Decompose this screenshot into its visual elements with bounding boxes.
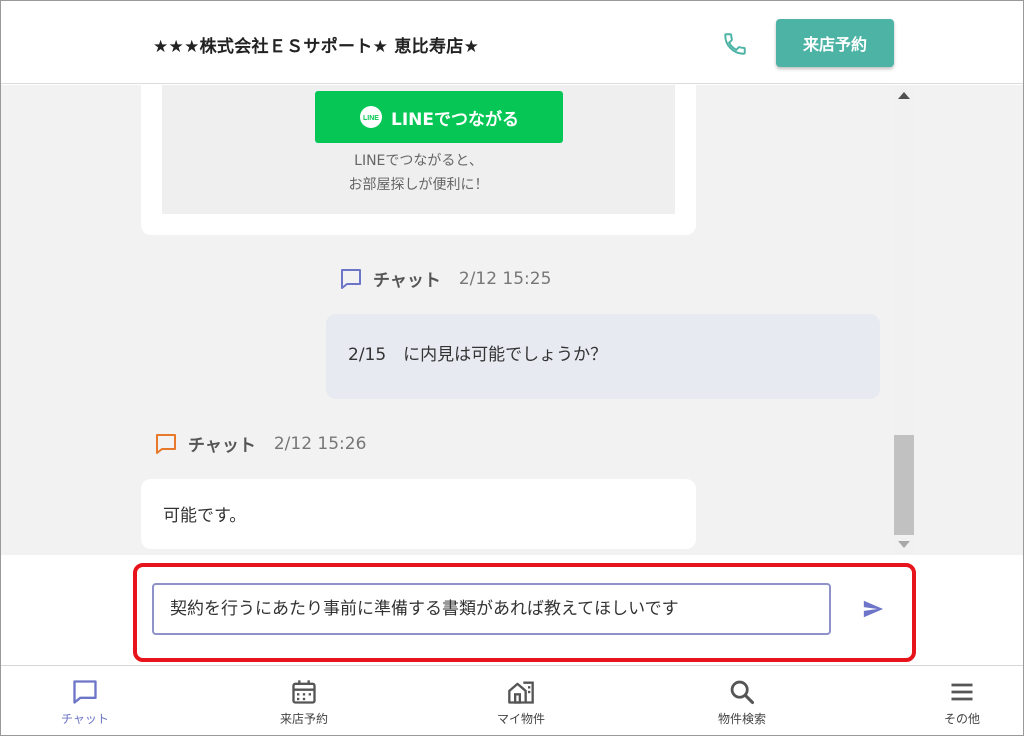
- nav-label: 物件検索: [717, 712, 766, 726]
- reserve-visit-button[interactable]: 来店予約: [776, 19, 894, 67]
- svg-text:LINE: LINE: [363, 115, 379, 122]
- nav-item-property-search[interactable]: 物件検索: [682, 666, 802, 735]
- chat-area: LINE LINEでつながる LINEでつながると、 お部屋探しが便利に！ チャ…: [1, 85, 1023, 555]
- chat-scrollbar[interactable]: [894, 85, 914, 555]
- line-description-line1: LINEでつながると、: [354, 153, 483, 169]
- line-description: LINEでつながると、 お部屋探しが便利に！: [162, 149, 675, 197]
- search-icon: [730, 680, 755, 705]
- line-description-line2: お部屋探しが便利に！: [348, 177, 489, 193]
- house-icon: [508, 681, 534, 704]
- message-input[interactable]: 契約を行うにあたり事前に準備する書類があれば教えてほしいです: [152, 583, 831, 635]
- nav-item-chat[interactable]: チャット: [25, 666, 145, 735]
- message-time: 2/12 15:25: [458, 268, 552, 289]
- line-connect-label: LINEでつながる: [391, 109, 519, 130]
- nav-label: 来店予約: [279, 712, 328, 726]
- message-header: チャット 2/12 15:26: [154, 431, 366, 456]
- nav-item-other[interactable]: その他: [902, 666, 1022, 735]
- menu-icon: [951, 683, 973, 701]
- calendar-icon: [292, 680, 316, 704]
- message-bubble-user: 2/15 に内見は可能でしょうか？: [326, 314, 880, 399]
- line-card-inner: LINE LINEでつながる LINEでつながると、 お部屋探しが便利に！: [162, 85, 675, 214]
- phone-button[interactable]: [719, 28, 751, 60]
- bottom-nav: チャット 来店予約 マイ物件 物件検索 その他: [1, 665, 1023, 735]
- line-icon: LINE: [360, 106, 382, 128]
- line-connect-button[interactable]: LINE LINEでつながる: [315, 91, 563, 143]
- nav-item-reserve[interactable]: 来店予約: [244, 666, 364, 735]
- message-sender: チャット: [188, 436, 256, 456]
- nav-label: マイ物件: [496, 712, 545, 726]
- message-bubble-store: 可能です。: [141, 479, 696, 549]
- header: ★★★株式会社ＥＳサポート★ 恵比寿店★ 来店予約: [1, 1, 1023, 84]
- scroll-thumb[interactable]: [894, 435, 914, 535]
- line-card: LINE LINEでつながる LINEでつながると、 お部屋探しが便利に！: [141, 85, 696, 235]
- scroll-up-arrow[interactable]: [898, 92, 910, 99]
- send-icon: [863, 600, 884, 618]
- phone-icon: [724, 33, 746, 55]
- app-frame: ★★★株式会社ＥＳサポート★ 恵比寿店★ 来店予約 LINE LINEでつながる…: [0, 0, 1024, 736]
- message-sender: チャット: [373, 271, 441, 291]
- nav-item-my-properties[interactable]: マイ物件: [461, 666, 581, 735]
- chat-bubble-icon: [341, 268, 361, 289]
- chat-bubble-icon: [156, 433, 176, 454]
- message-time: 2/12 15:26: [273, 433, 367, 454]
- chat-icon: [73, 680, 97, 704]
- scroll-down-arrow[interactable]: [898, 541, 910, 548]
- message-input-area: 契約を行うにあたり事前に準備する書類があれば教えてほしいです: [1, 555, 1023, 665]
- nav-label: その他: [943, 712, 980, 726]
- nav-label: チャット: [61, 712, 109, 726]
- message-header: チャット 2/12 15:25: [339, 266, 551, 291]
- send-button[interactable]: [859, 595, 887, 623]
- store-title: ★★★株式会社ＥＳサポート★ 恵比寿店★: [153, 37, 480, 57]
